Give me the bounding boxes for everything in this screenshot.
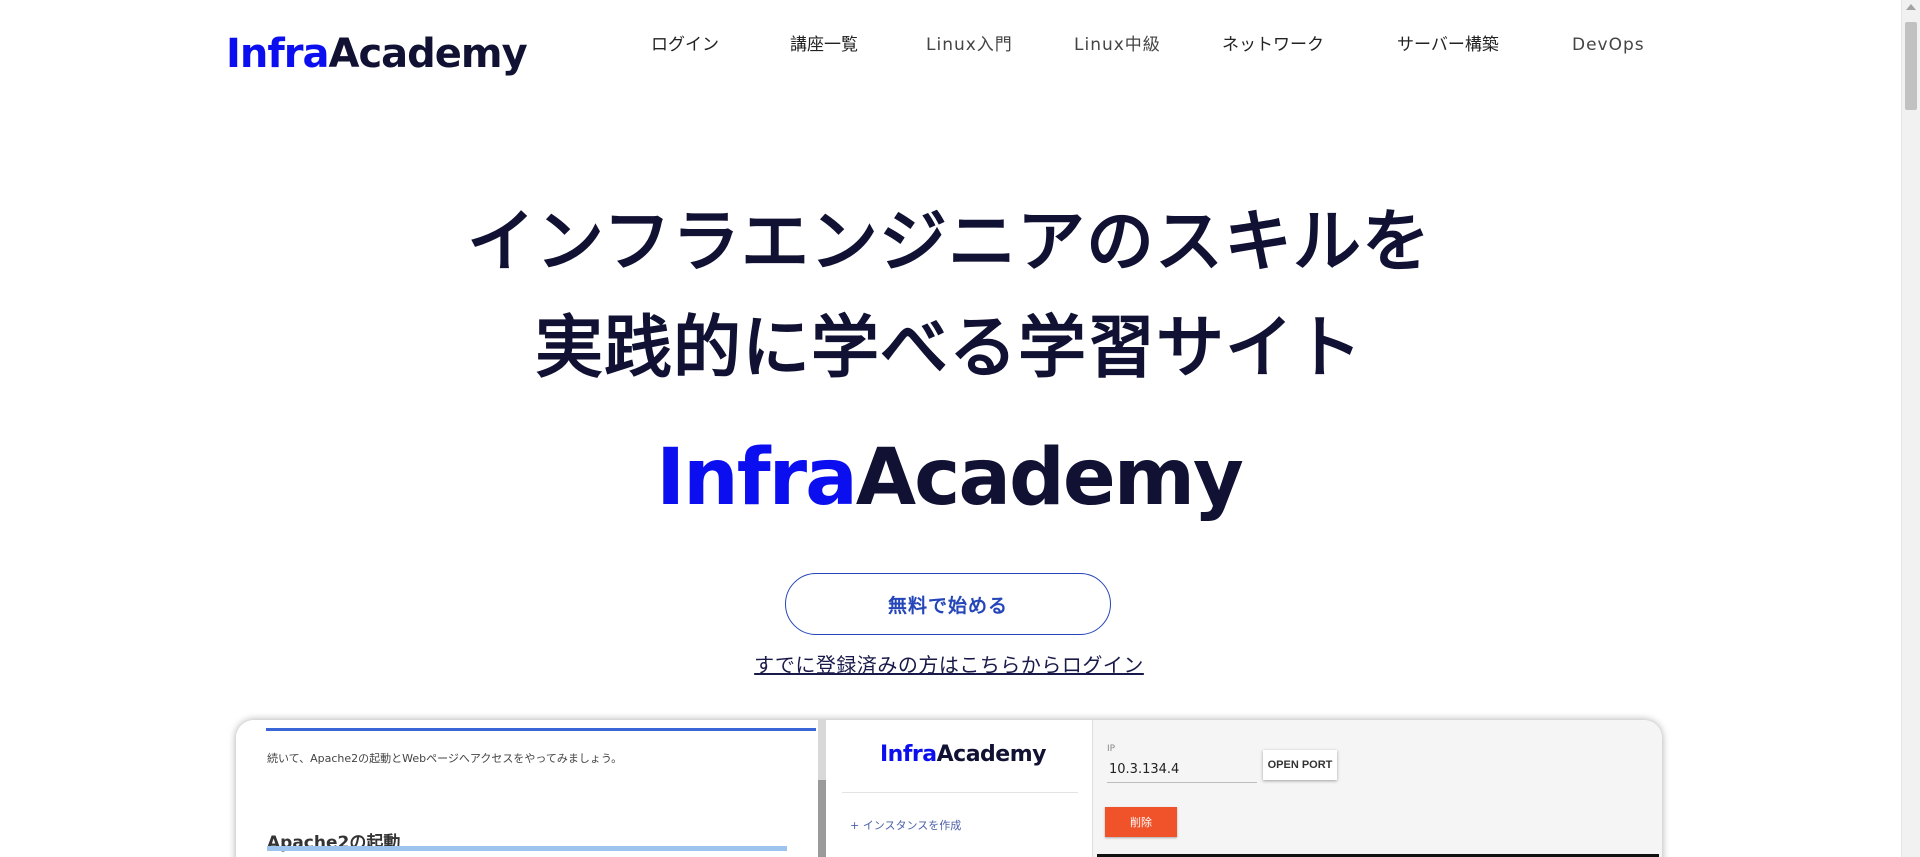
scrollbar-thumb[interactable]: [1905, 22, 1917, 110]
nav-login[interactable]: ログイン: [651, 30, 719, 60]
main-nav: ログイン 講座一覧 Linux入門 Linux中級 ネットワーク サーバー構築 …: [0, 30, 1700, 60]
preview-scrollbar-thumb: [818, 780, 826, 857]
preview-lesson-text: 続いて、Apache2の起動とWebページへアクセスをやってみましょう。: [267, 752, 623, 765]
preview-ip-value: 10.3.134.4: [1109, 762, 1180, 777]
scroll-up-arrow-icon[interactable]: [1906, 4, 1916, 10]
hero-title-line1: インフラエンジニアのスキルを: [467, 203, 1431, 282]
preview-instance-panel: IP 10.3.134.4 OPEN PORT 削除: [1093, 720, 1662, 857]
preview-logo-infra: Infra: [880, 742, 937, 767]
preview-lesson-pane: 続いて、Apache2の起動とWebページへアクセスをやってみましょう。 Apa…: [236, 720, 818, 857]
nav-course-list[interactable]: 講座一覧: [790, 30, 858, 60]
hero-brand-logo: InfraAcademy: [0, 428, 1898, 528]
nav-server-build[interactable]: サーバー構築: [1397, 30, 1499, 60]
preview-heading-underline: [267, 846, 787, 851]
app-preview-screenshot: 続いて、Apache2の起動とWebページへアクセスをやってみましょう。 Apa…: [236, 720, 1662, 857]
hero-brand-infra: Infra: [656, 433, 858, 523]
preview-delete-button: 削除: [1105, 807, 1177, 837]
preview-ip-underline: [1107, 782, 1257, 783]
preview-create-instance-link: + インスタンスを作成: [850, 819, 962, 832]
preview-open-port-button: OPEN PORT: [1263, 750, 1337, 780]
nav-linux-intro[interactable]: Linux入門: [926, 30, 1013, 60]
landing-page: InfraAcademy ログイン 講座一覧 Linux入門 Linux中級 ネ…: [0, 0, 1920, 857]
nav-network[interactable]: ネットワーク: [1222, 30, 1324, 60]
nav-linux-intermediate[interactable]: Linux中級: [1074, 30, 1161, 60]
start-free-button[interactable]: 無料で始める: [785, 573, 1111, 635]
preview-sidebar: InfraAcademy + インスタンスを作成: [830, 720, 1093, 857]
login-link-wrapper: すでに登録済みの方はこちらからログイン: [0, 652, 1898, 678]
preview-logo-academy: Academy: [936, 742, 1047, 767]
preview-sidebar-logo: InfraAcademy: [880, 742, 1046, 767]
existing-user-login-link[interactable]: すでに登録済みの方はこちらからログイン: [754, 653, 1144, 677]
preview-top-divider: [266, 728, 816, 731]
page-scrollbar[interactable]: [1901, 0, 1920, 857]
nav-devops[interactable]: DevOps: [1572, 30, 1645, 60]
hero-title-line2: 実践的に学べる学習サイト: [534, 309, 1363, 388]
preview-sidebar-divider: [842, 792, 1078, 793]
preview-ip-label: IP: [1107, 744, 1116, 754]
hero-brand-academy: Academy: [855, 433, 1244, 523]
